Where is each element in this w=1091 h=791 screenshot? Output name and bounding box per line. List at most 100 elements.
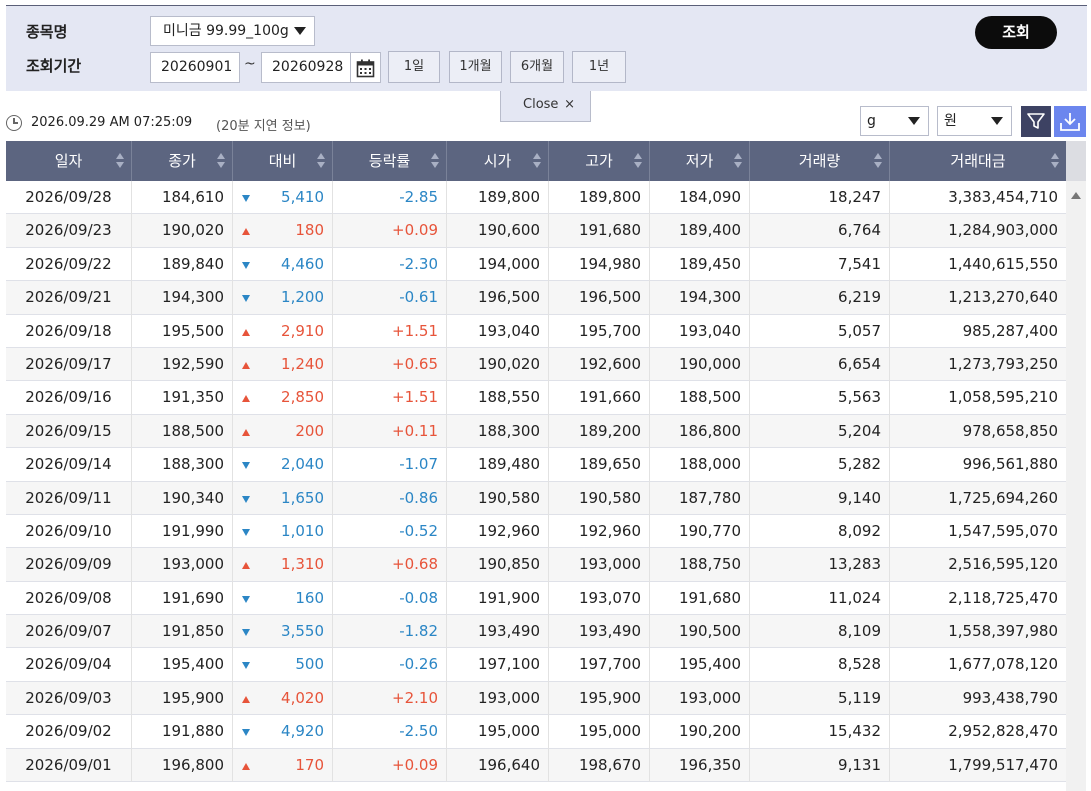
download-button[interactable] xyxy=(1054,106,1086,137)
cell-open-value: 193,000 xyxy=(477,688,540,707)
cell-volume-value: 5,057 xyxy=(838,321,881,340)
table-row[interactable]: 2026/09/01 196,800 170 +0.09 196,640 198,670 1… xyxy=(6,748,1066,783)
cell-change-value: 180 xyxy=(295,221,324,240)
scroll-up-icon[interactable] xyxy=(1071,192,1081,199)
header-change[interactable]: 대비 xyxy=(233,141,333,181)
table-row[interactable]: 2026/09/14 188,300 2,040 -1.07 189,480 189,65… xyxy=(6,448,1066,482)
cell-amount-value: 1,799,517,470 xyxy=(948,755,1058,774)
scrollbar[interactable] xyxy=(1066,181,1086,791)
cell-close: 189,840 xyxy=(132,247,233,282)
arrow-down-icon xyxy=(242,261,250,269)
arrow-down-icon xyxy=(242,195,250,202)
cell-open: 195,000 xyxy=(447,715,549,749)
cell-rate-value: -0.52 xyxy=(399,521,438,540)
cell-high-value: 197,700 xyxy=(578,655,641,674)
product-select[interactable]: 미니금 99.99_100g xyxy=(150,16,315,46)
table-row[interactable]: 2026/09/08 191,690 160 -0.08 191,900 193,070 1… xyxy=(6,581,1066,616)
period-button-1d[interactable]: 1일 xyxy=(388,51,440,83)
table-row[interactable]: 2026/09/21 194,300 1,200 -0.61 196,500 196,50… xyxy=(6,281,1066,315)
table-row[interactable]: 2026/09/23 190,020 180 +0.09 190,600 191,680 1… xyxy=(6,214,1066,248)
cell-close-value: 190,340 xyxy=(161,488,224,507)
cell-close-value: 189,840 xyxy=(161,254,224,273)
period-button-6m[interactable]: 6개월 xyxy=(510,51,564,83)
cell-open: 196,640 xyxy=(447,748,549,783)
cell-open-value: 191,900 xyxy=(477,588,540,607)
header-amount[interactable]: 거래대금 xyxy=(890,141,1066,181)
cell-volume-value: 8,109 xyxy=(838,622,881,641)
table-row[interactable]: 2026/09/18 195,500 2,910 +1.51 193,040 195,70… xyxy=(6,314,1066,348)
dropdown-caret-icon xyxy=(991,117,1003,125)
filter-button[interactable] xyxy=(1021,106,1051,137)
header-open[interactable]: 시가 xyxy=(447,141,549,181)
table-row[interactable]: 2026/09/16 191,350 2,850 +1.51 188,550 191,66… xyxy=(6,381,1066,415)
table-row[interactable]: 2026/09/17 192,590 1,240 +0.65 190,020 192,60… xyxy=(6,347,1066,382)
date-from-input[interactable]: 20260901 xyxy=(150,52,240,83)
header-date[interactable]: 일자 xyxy=(6,141,132,181)
header-close[interactable]: 종가 xyxy=(132,141,233,181)
cell-rate: +1.51 xyxy=(333,381,447,415)
cell-amount: 2,516,595,120 xyxy=(890,548,1066,581)
cell-rate-value: +0.11 xyxy=(392,421,438,440)
table-row[interactable]: 2026/09/04 195,400 500 -0.26 197,100 197,700 1… xyxy=(6,648,1066,682)
table-row[interactable]: 2026/09/07 191,850 3,550 -1.82 193,490 193,49… xyxy=(6,615,1066,649)
arrow-up-icon xyxy=(242,562,250,570)
table-row[interactable]: 2026/09/09 193,000 1,310 +0.68 190,850 193,00… xyxy=(6,548,1066,582)
cell-amount-value: 1,725,694,260 xyxy=(948,488,1058,507)
header-volume-label: 거래량 xyxy=(798,152,841,170)
table-row[interactable]: 2026/09/10 191,990 1,010 -0.52 192,960 192,96… xyxy=(6,514,1066,549)
cell-date: 2026/09/14 xyxy=(6,448,132,482)
cell-volume-value: 5,204 xyxy=(838,421,881,440)
cell-amount: 985,287,400 xyxy=(890,315,1066,348)
cell-open: 197,100 xyxy=(447,648,549,682)
cell-low: 189,400 xyxy=(650,214,750,248)
table-row[interactable]: 2026/09/22 189,840 4,460 -2.30 194,000 194,98… xyxy=(6,247,1066,282)
cell-amount-value: 993,438,790 xyxy=(962,688,1058,707)
cell-amount: 1,440,615,550 xyxy=(890,248,1066,281)
cell-date: 2026/09/23 xyxy=(6,214,132,248)
table-row[interactable]: 2026/09/02 191,880 4,920 -2.50 195,000 195,00… xyxy=(6,715,1066,749)
currency-unit-value: 원 xyxy=(944,113,957,129)
cell-high: 194,980 xyxy=(549,247,650,282)
cell-rate-value: +1.51 xyxy=(392,388,438,407)
arrow-up-icon xyxy=(242,228,250,236)
cell-low: 195,400 xyxy=(650,648,750,682)
table-row[interactable]: 2026/09/03 195,900 4,020 +2.10 193,000 195,90… xyxy=(6,681,1066,716)
header-low[interactable]: 저가 xyxy=(650,141,750,181)
cell-open: 193,000 xyxy=(447,681,549,716)
cell-low: 184,090 xyxy=(650,181,750,215)
cell-amount-value: 1,558,397,980 xyxy=(948,622,1058,641)
cell-change-value: 2,040 xyxy=(281,455,324,474)
cell-amount: 2,118,725,470 xyxy=(890,582,1066,615)
header-high[interactable]: 고가 xyxy=(549,141,650,181)
cell-volume: 6,219 xyxy=(750,281,890,315)
weight-unit-select[interactable]: g xyxy=(860,106,929,136)
arrow-down-icon xyxy=(242,729,250,737)
cell-high-value: 195,000 xyxy=(578,722,641,741)
table-row[interactable]: 2026/09/28 184,610 5,410 -2.85 189,800 189,80… xyxy=(6,181,1066,215)
header-volume[interactable]: 거래량 xyxy=(750,141,890,181)
currency-unit-select[interactable]: 원 xyxy=(937,106,1012,136)
date-to-input[interactable]: 20260928 xyxy=(261,52,351,83)
cell-rate: -2.50 xyxy=(333,715,447,749)
cell-high: 197,700 xyxy=(549,648,650,682)
period-button-1y[interactable]: 1년 xyxy=(572,51,626,83)
header-rate[interactable]: 등락률 xyxy=(333,141,447,181)
cell-date: 2026/09/17 xyxy=(6,347,132,382)
cell-date-value: 2026/09/22 xyxy=(25,254,112,273)
cell-date-value: 2026/09/07 xyxy=(25,622,112,641)
cell-low: 187,780 xyxy=(650,481,750,515)
calendar-button[interactable] xyxy=(351,52,381,83)
cell-volume: 5,119 xyxy=(750,681,890,716)
cell-change-value: 3,550 xyxy=(281,622,324,641)
search-button[interactable]: 조회 xyxy=(975,16,1057,49)
table-row[interactable]: 2026/09/15 188,500 200 +0.11 188,300 189,200 1… xyxy=(6,414,1066,449)
cell-volume-value: 5,563 xyxy=(838,388,881,407)
cell-open-value: 195,000 xyxy=(477,722,540,741)
cell-low: 194,300 xyxy=(650,281,750,315)
close-panel-button[interactable]: Close × xyxy=(500,91,591,122)
table-row[interactable]: 2026/09/11 190,340 1,650 -0.86 190,580 190,58… xyxy=(6,481,1066,515)
cell-date: 2026/09/02 xyxy=(6,715,132,749)
period-button-1m[interactable]: 1개월 xyxy=(449,51,502,83)
cell-change-value: 4,920 xyxy=(281,722,324,741)
cell-low: 191,680 xyxy=(650,581,750,616)
